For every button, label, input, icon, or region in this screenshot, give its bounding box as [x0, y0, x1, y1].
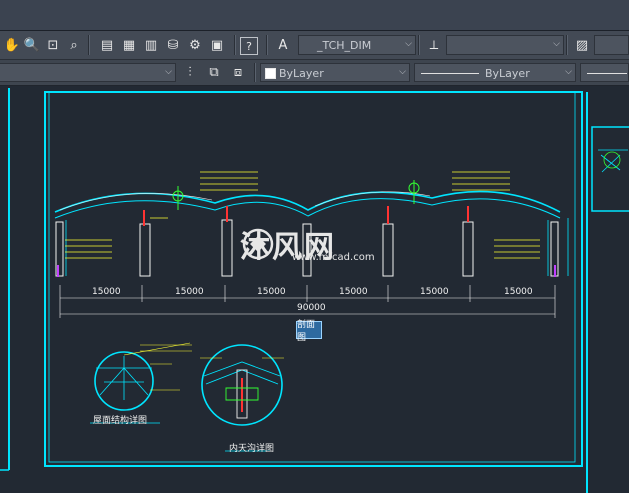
side-sheet-frame: [591, 126, 629, 212]
dimension-lines: [59, 285, 556, 318]
dimension-label: 15000: [175, 287, 204, 297]
dimension-label: 15000: [504, 287, 533, 297]
gutter-marks: [172, 180, 420, 210]
detail2-circle: [200, 344, 284, 426]
side-detail-thumbnail: [598, 149, 628, 173]
watermark-url: www.mfcad.com: [292, 252, 375, 263]
detail1-circle: [94, 342, 192, 411]
left-sheet-border: [8, 88, 10, 470]
dimension-label: 15000: [339, 287, 368, 297]
total-dimension-label: 90000: [297, 303, 326, 313]
roof-section: [54, 190, 561, 219]
dimension-label: 15000: [420, 287, 449, 297]
section-title-tag: 剖面图: [296, 320, 322, 343]
sheet-inner-frame: [48, 91, 576, 463]
dimension-label: 15000: [257, 287, 286, 297]
detail2-label: 内天沟详图: [229, 444, 275, 454]
dimension-label: 15000: [92, 287, 121, 297]
detail1-label: 屋面结构详图: [93, 416, 148, 426]
base-plates: [57, 265, 556, 277]
